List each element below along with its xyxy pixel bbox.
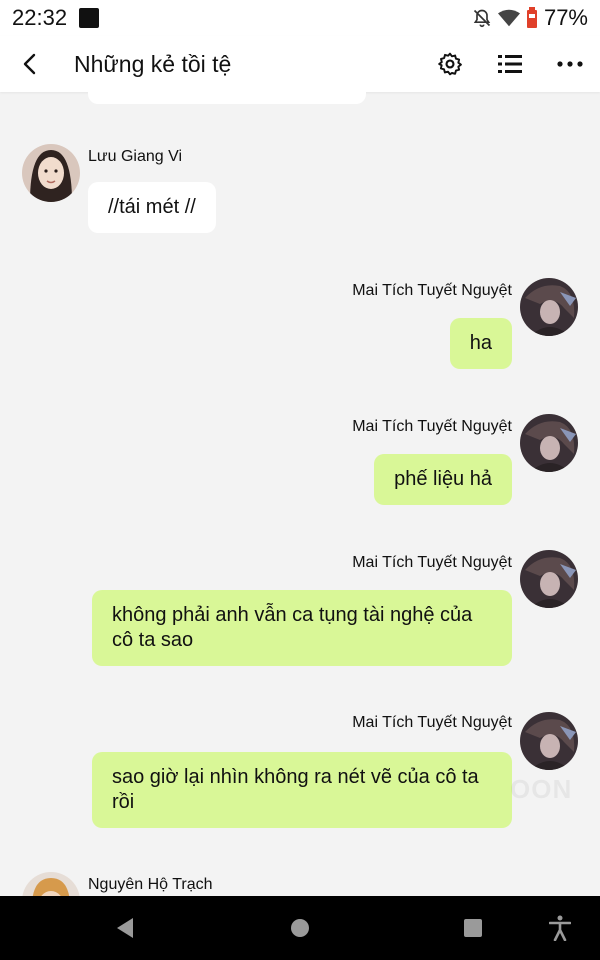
settings-button[interactable] [420, 42, 480, 86]
message-bubble[interactable]: sao giờ lại nhìn không ra nét vẽ của cô … [92, 752, 512, 828]
status-bar: 22:32 77% [0, 0, 600, 36]
sender-name: Mai Tích Tuyết Nguyệt [352, 418, 512, 435]
status-time: 22:32 [12, 5, 68, 30]
status-icons: 77% [472, 5, 588, 31]
app-bar: Những kẻ tồi tệ [0, 36, 600, 92]
avatar[interactable] [22, 872, 80, 896]
message-bubble[interactable]: //tái mét // [88, 182, 216, 233]
avatar[interactable] [520, 414, 578, 472]
bell-off-icon [473, 9, 491, 28]
accessibility-icon [549, 915, 571, 941]
sender-name: Mai Tích Tuyết Nguyệt [352, 554, 512, 571]
more-button[interactable] [540, 42, 600, 86]
media-stop-icon [79, 8, 100, 28]
nav-recents-button[interactable] [443, 896, 503, 960]
avatar[interactable] [520, 550, 578, 608]
chat-area[interactable]: Lưu Giang Vi //tái mét // Mai Tích Tuyết… [0, 92, 600, 896]
nav-accessibility-button[interactable] [530, 896, 590, 960]
avatar[interactable] [520, 278, 578, 336]
recents-square-icon [464, 919, 482, 937]
battery-percentage: 77% [543, 5, 588, 30]
back-arrow-icon [23, 53, 36, 75]
sender-name: Nguyên Hộ Trạch [88, 876, 213, 893]
message-bubble[interactable]: phế liệu hả [374, 454, 512, 505]
sender-name: Lưu Giang Vi [88, 148, 183, 165]
more-dots-icon [557, 61, 583, 67]
wifi-icon [497, 9, 520, 27]
nav-back-button[interactable] [95, 896, 155, 960]
list-button[interactable] [480, 42, 540, 86]
message-bubble[interactable]: không phải anh vẫn ca tụng tài nghệ của … [92, 590, 512, 666]
watermark: OON [510, 774, 573, 804]
list-icon [498, 55, 522, 73]
back-button[interactable] [8, 42, 52, 86]
message-bubble[interactable]: ha [449, 318, 512, 369]
home-circle-icon [291, 919, 309, 937]
page-title: Những kẻ tồi tệ [74, 50, 232, 77]
avatar[interactable] [22, 144, 80, 202]
sender-name: Mai Tích Tuyết Nguyệt [352, 282, 512, 299]
avatar[interactable] [520, 712, 578, 770]
back-triangle-icon [117, 918, 133, 938]
sender-name: Mai Tích Tuyết Nguyệt [352, 714, 512, 731]
gear-icon [438, 52, 462, 76]
app-actions [420, 42, 600, 86]
navigation-bar [0, 896, 600, 960]
nav-home-button[interactable] [270, 896, 330, 960]
battery-icon [526, 7, 537, 28]
message-bubble-partial [88, 92, 366, 104]
